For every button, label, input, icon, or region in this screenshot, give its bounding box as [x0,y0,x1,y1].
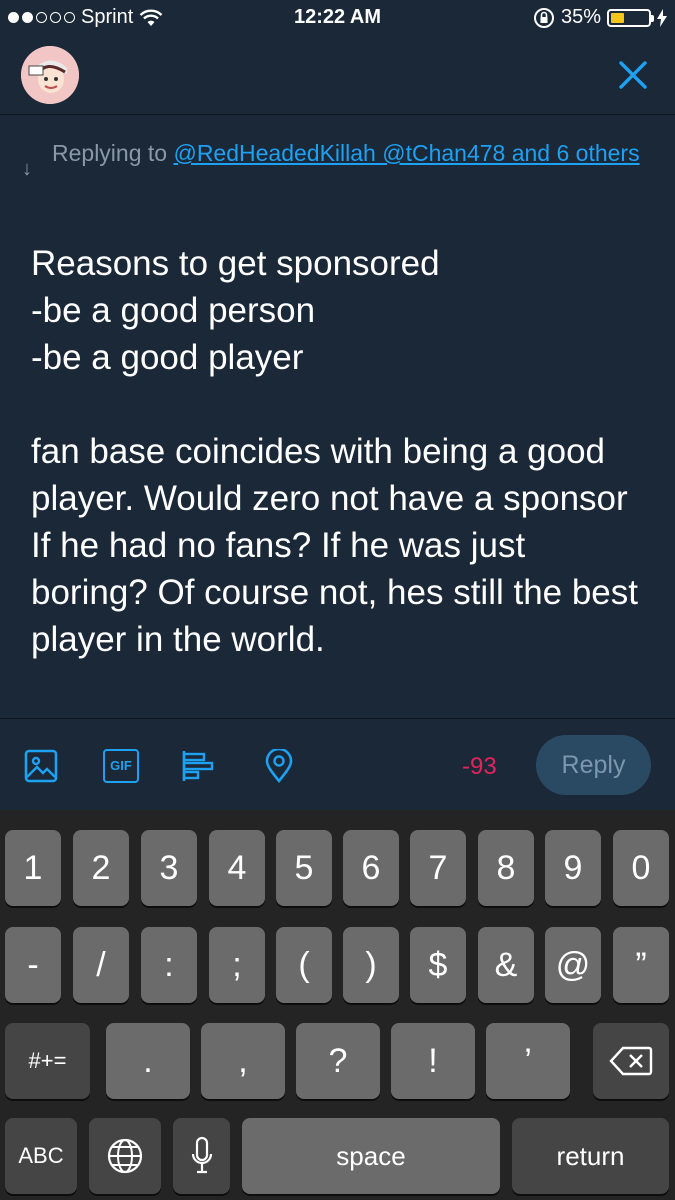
return-key[interactable]: return [512,1118,669,1194]
reply-arrow-icon: ↓ [22,158,32,180]
key-exclamation[interactable]: ! [391,1023,475,1099]
key-slash[interactable]: / [73,927,129,1003]
key-6[interactable]: 6 [343,830,399,906]
keyboard: 1 2 3 4 5 6 7 8 9 0 - / : ; ( ) $ & @ ” … [0,810,675,1200]
avatar[interactable] [21,46,79,104]
delete-key[interactable] [593,1023,669,1099]
key-5[interactable]: 5 [276,830,332,906]
key-2[interactable]: 2 [73,830,129,906]
key-9[interactable]: 9 [545,830,601,906]
key-comma[interactable]: , [201,1023,285,1099]
tweet-compose-text[interactable]: Reasons to get sponsored -be a good pers… [31,240,646,663]
key-1[interactable]: 1 [5,830,61,906]
key-ampersand[interactable]: & [478,927,534,1003]
key-7[interactable]: 7 [410,830,466,906]
key-more-symbols[interactable]: #+= [5,1023,90,1099]
status-bar: Sprint 12:22 AM 35% [0,0,675,38]
key-apostrophe[interactable]: ’ [486,1023,570,1099]
battery-icon [607,8,654,27]
reply-button[interactable]: Reply [536,735,651,795]
key-close-paren[interactable]: ) [343,927,399,1003]
dictation-key[interactable] [173,1118,230,1194]
compose-toolbar: GIF -93 Reply [0,718,675,811]
poll-icon[interactable] [181,749,215,783]
key-at[interactable]: @ [545,927,601,1003]
reply-recipients-link[interactable]: @RedHeadedKillah @tChan478 and 6 others [173,140,639,166]
gif-icon[interactable]: GIF [103,749,139,783]
key-quote[interactable]: ” [613,927,669,1003]
location-icon[interactable] [262,749,296,783]
compose-header [0,38,675,115]
key-period[interactable]: . [106,1023,190,1099]
image-icon[interactable] [24,749,58,783]
globe-icon [107,1138,143,1174]
replying-prefix: Replying to [52,140,168,166]
key-dollar[interactable]: $ [410,927,466,1003]
close-icon[interactable] [616,58,650,92]
key-abc[interactable]: ABC [5,1118,77,1194]
space-key[interactable]: space [242,1118,500,1194]
key-8[interactable]: 8 [478,830,534,906]
microphone-icon [191,1136,212,1174]
charging-icon [657,8,667,27]
key-question[interactable]: ? [296,1023,380,1099]
orientation-lock-icon [533,7,554,28]
status-right: 35% [533,6,667,29]
key-3[interactable]: 3 [141,830,197,906]
backspace-icon [609,1046,653,1076]
key-0[interactable]: 0 [613,830,669,906]
key-colon[interactable]: : [141,927,197,1003]
key-semicolon[interactable]: ; [209,927,265,1003]
replying-to: ↓ Replying to @RedHeadedKillah @tChan478… [22,136,642,180]
globe-key[interactable] [89,1118,161,1194]
battery-percent: 35% [560,6,601,28]
key-open-paren[interactable]: ( [276,927,332,1003]
key-4[interactable]: 4 [209,830,265,906]
key-hyphen[interactable]: - [5,927,61,1003]
character-counter: -93 [462,753,497,780]
